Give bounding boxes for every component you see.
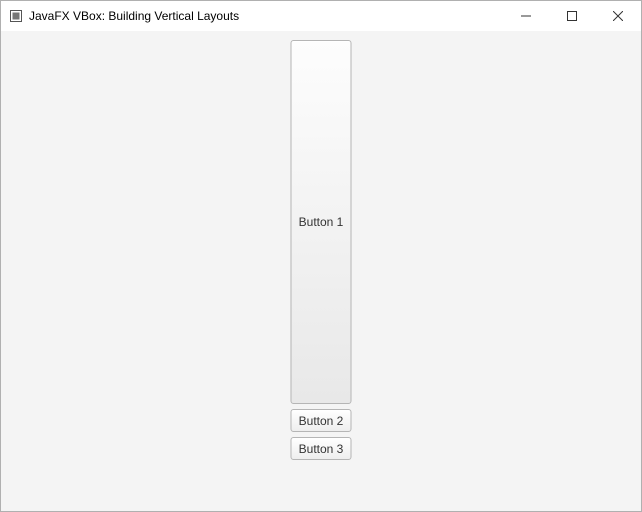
maximize-button[interactable] (549, 1, 595, 31)
button-3[interactable]: Button 3 (291, 437, 352, 460)
vbox-container: Button 1 Button 2 Button 3 (291, 40, 352, 460)
window-title: JavaFX VBox: Building Vertical Layouts (29, 9, 239, 23)
app-icon (9, 9, 23, 23)
button-1-label: Button 1 (299, 215, 344, 229)
application-window: JavaFX VBox: Building Vertical Layouts (0, 0, 642, 512)
titlebar-left: JavaFX VBox: Building Vertical Layouts (1, 9, 239, 23)
minimize-button[interactable] (503, 1, 549, 31)
minimize-icon (521, 9, 531, 24)
window-controls (503, 1, 641, 31)
client-area: Button 1 Button 2 Button 3 (1, 31, 641, 511)
close-icon (613, 9, 623, 24)
button-3-label: Button 3 (299, 442, 344, 456)
maximize-icon (567, 9, 577, 24)
close-button[interactable] (595, 1, 641, 31)
titlebar: JavaFX VBox: Building Vertical Layouts (1, 1, 641, 31)
button-2-label: Button 2 (299, 414, 344, 428)
button-1[interactable]: Button 1 (291, 40, 352, 404)
button-2[interactable]: Button 2 (291, 409, 352, 432)
